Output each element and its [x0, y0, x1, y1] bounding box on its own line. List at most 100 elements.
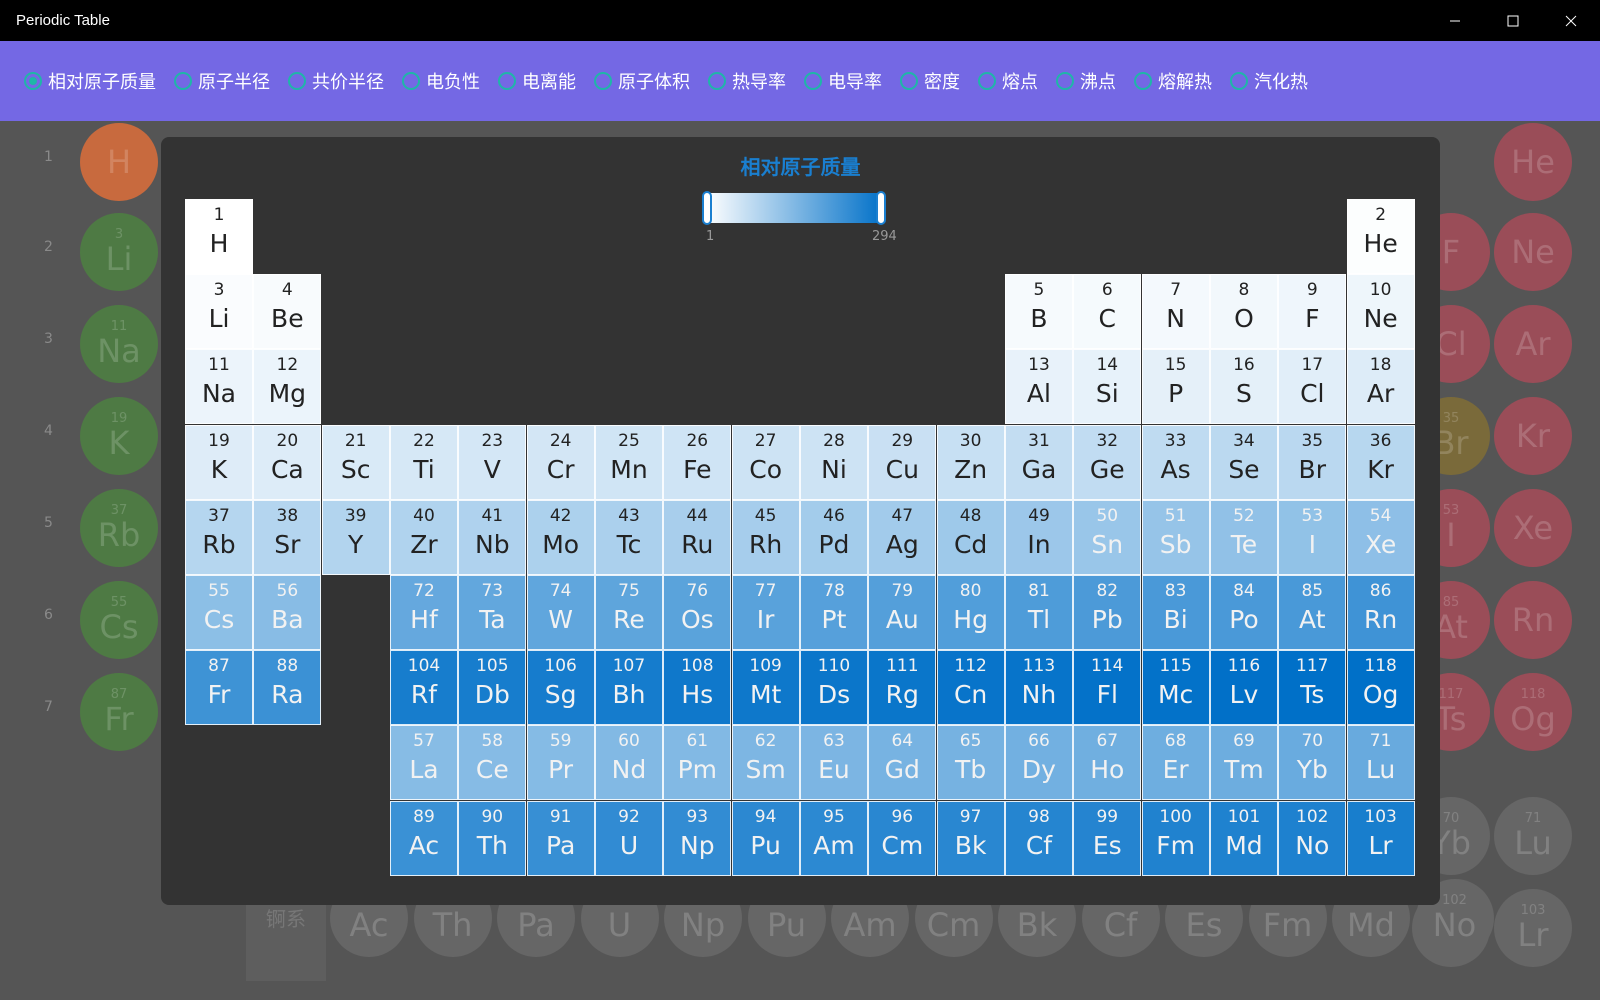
element-cell-tm[interactable]: 69 Tm [1209, 725, 1278, 801]
element-cell-rn[interactable]: 86 Rn [1346, 575, 1415, 650]
element-cell-fm[interactable]: 100 Fm [1141, 800, 1210, 876]
element-cell-cs[interactable]: 55 Cs [185, 575, 253, 650]
element-cell-ar[interactable]: 18 Ar [1346, 349, 1415, 425]
element-cell-pr[interactable]: 59 Pr [526, 725, 595, 801]
element-cell-ba[interactable]: 56 Ba [253, 575, 322, 650]
element-cell-os[interactable]: 76 Os [663, 575, 732, 650]
element-cell-ta[interactable]: 73 Ta [458, 575, 527, 650]
element-cell-ga[interactable]: 31 Ga [1004, 424, 1073, 500]
element-cell-cu[interactable]: 29 Cu [868, 424, 937, 500]
element-cell-am[interactable]: 95 Am [799, 800, 868, 876]
element-cell-in[interactable]: 49 In [1004, 499, 1073, 575]
element-cell-al[interactable]: 13 Al [1004, 349, 1073, 425]
element-cell-bk[interactable]: 97 Bk [936, 800, 1005, 876]
element-cell-h[interactable]: 1H [185, 199, 253, 274]
element-cell-cd[interactable]: 48 Cd [936, 499, 1005, 575]
element-cell-u[interactable]: 92 U [594, 800, 663, 876]
element-cell-cn[interactable]: 112 Cn [936, 650, 1005, 726]
element-cell-eu[interactable]: 63 Eu [799, 725, 868, 801]
element-cell-lu[interactable]: 71 Lu [1346, 725, 1415, 801]
property-radio-0[interactable]: 相对原子质量 [24, 68, 156, 94]
element-cell-rh[interactable]: 45 Rh [731, 499, 800, 575]
element-cell-ni[interactable]: 28 Ni [799, 424, 868, 500]
element-cell-md[interactable]: 101 Md [1209, 800, 1278, 876]
radio-indicator-icon[interactable] [708, 72, 726, 90]
element-cell-nb[interactable]: 41 Nb [458, 499, 527, 575]
element-cell-hf[interactable]: 72 Hf [389, 575, 458, 650]
element-cell-at[interactable]: 85 At [1278, 575, 1347, 650]
element-cell-tb[interactable]: 65 Tb [936, 725, 1005, 801]
element-cell-ge[interactable]: 32 Ge [1073, 424, 1142, 500]
element-cell-he[interactable]: 2 He [1346, 199, 1415, 274]
element-cell-pu[interactable]: 94 Pu [731, 800, 800, 876]
element-cell-sg[interactable]: 106 Sg [526, 650, 595, 726]
element-cell-lv[interactable]: 116 Lv [1209, 650, 1278, 726]
element-cell-co[interactable]: 27 Co [731, 424, 800, 500]
element-cell-la[interactable]: 57 La [389, 725, 458, 801]
element-cell-ce[interactable]: 58 Ce [458, 725, 527, 801]
element-cell-ir[interactable]: 77 Ir [731, 575, 800, 650]
element-cell-se[interactable]: 34 Se [1209, 424, 1278, 500]
element-cell-og[interactable]: 118 Og [1346, 650, 1415, 726]
property-radio-10[interactable]: 沸点 [1056, 68, 1116, 94]
element-cell-hs[interactable]: 108 Hs [663, 650, 732, 726]
property-radio-7[interactable]: 电导率 [804, 68, 882, 94]
element-cell-sn[interactable]: 50 Sn [1073, 499, 1142, 575]
property-radio-4[interactable]: 电离能 [498, 68, 576, 94]
element-cell-b[interactable]: 5B [1004, 274, 1073, 350]
element-cell-ti[interactable]: 22 Ti [389, 424, 458, 500]
element-cell-br[interactable]: 35 Br [1278, 424, 1347, 500]
element-cell-mt[interactable]: 109 Mt [731, 650, 800, 726]
element-cell-y[interactable]: 39 Y [321, 499, 390, 575]
element-cell-cm[interactable]: 96 Cm [868, 800, 937, 876]
element-cell-lr[interactable]: 103 Lr [1346, 800, 1415, 876]
element-cell-c[interactable]: 6C [1073, 274, 1142, 350]
element-cell-au[interactable]: 79 Au [868, 575, 937, 650]
element-cell-th[interactable]: 90 Th [458, 800, 527, 876]
element-cell-ds[interactable]: 110 Ds [799, 650, 868, 726]
element-cell-i[interactable]: 53 I [1278, 499, 1347, 575]
element-cell-hg[interactable]: 80 Hg [936, 575, 1005, 650]
element-cell-nh[interactable]: 113 Nh [1004, 650, 1073, 726]
element-cell-gd[interactable]: 64 Gd [868, 725, 937, 801]
element-cell-rg[interactable]: 111 Rg [868, 650, 937, 726]
range-min-handle[interactable] [702, 191, 712, 225]
element-cell-mg[interactable]: 12 Mg [253, 349, 322, 425]
element-cell-mo[interactable]: 42 Mo [526, 499, 595, 575]
element-cell-p[interactable]: 15 P [1141, 349, 1210, 425]
property-radio-6[interactable]: 热导率 [708, 68, 786, 94]
element-cell-zn[interactable]: 30 Zn [936, 424, 1005, 500]
element-cell-ne[interactable]: 10 Ne [1346, 274, 1415, 350]
element-cell-mc[interactable]: 115 Mc [1141, 650, 1210, 726]
element-cell-ag[interactable]: 47 Ag [868, 499, 937, 575]
element-cell-yb[interactable]: 70 Yb [1278, 725, 1347, 801]
element-cell-ra[interactable]: 88 Ra [253, 650, 322, 726]
element-cell-v[interactable]: 23 V [458, 424, 527, 500]
radio-indicator-icon[interactable] [1134, 72, 1152, 90]
element-cell-n[interactable]: 7N [1141, 274, 1210, 350]
element-cell-f[interactable]: 9F [1278, 274, 1347, 350]
element-cell-ts[interactable]: 117 Ts [1278, 650, 1347, 726]
maximize-button[interactable] [1484, 0, 1542, 41]
element-cell-sm[interactable]: 62 Sm [731, 725, 800, 801]
property-radio-9[interactable]: 熔点 [978, 68, 1038, 94]
radio-indicator-icon[interactable] [804, 72, 822, 90]
radio-indicator-icon[interactable] [288, 72, 306, 90]
element-cell-po[interactable]: 84 Po [1209, 575, 1278, 650]
element-cell-bh[interactable]: 107 Bh [594, 650, 663, 726]
radio-indicator-icon[interactable] [174, 72, 192, 90]
element-cell-pa[interactable]: 91 Pa [526, 800, 595, 876]
element-cell-pm[interactable]: 61 Pm [663, 725, 732, 801]
element-cell-rf[interactable]: 104 Rf [389, 650, 458, 726]
element-cell-ca[interactable]: 20 Ca [253, 424, 322, 500]
element-cell-bi[interactable]: 83 Bi [1141, 575, 1210, 650]
element-cell-cl[interactable]: 17 Cl [1278, 349, 1347, 425]
property-radio-2[interactable]: 共价半径 [288, 68, 384, 94]
property-radio-8[interactable]: 密度 [900, 68, 960, 94]
element-cell-sb[interactable]: 51 Sb [1141, 499, 1210, 575]
element-cell-pd[interactable]: 46 Pd [799, 499, 868, 575]
element-cell-rb[interactable]: 37 Rb [185, 499, 253, 575]
element-cell-tc[interactable]: 43 Tc [594, 499, 663, 575]
element-cell-na[interactable]: 11 Na [185, 349, 253, 425]
element-cell-sc[interactable]: 21 Sc [321, 424, 390, 500]
